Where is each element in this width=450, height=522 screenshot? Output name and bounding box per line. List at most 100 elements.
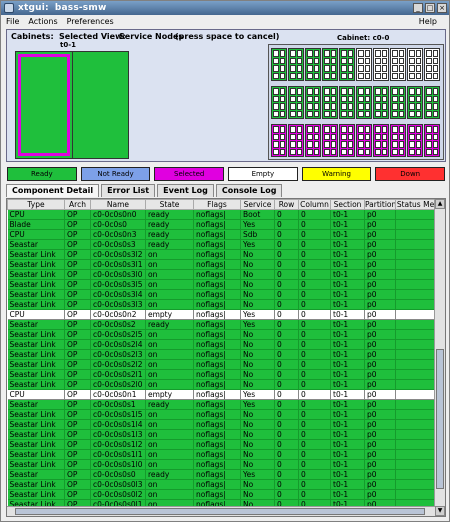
vertical-scrollbar[interactable]: ▲ ▼ (434, 199, 445, 516)
table-row[interactable]: Seastar Link OP c0-0c0s0s1l3 on noflags| No 0 0… (7, 429, 436, 440)
column-header[interactable]: State (145, 199, 194, 210)
menu-bar: File Actions Preferences Help (1, 15, 449, 27)
column-header[interactable]: Name (90, 199, 146, 210)
blade-slot[interactable] (373, 48, 389, 81)
table-row[interactable]: Seastar Link OP c0-0c0s0s0l2 on noflags| No 0 0… (7, 489, 436, 500)
blade-slot[interactable] (288, 48, 304, 81)
table-row[interactable]: Seastar Link OP c0-0c0s0s0l3 on noflags| No 0 0… (7, 479, 436, 490)
node-cell (375, 126, 381, 133)
table-row[interactable]: Seastar Link OP c0-0c0s0s2l2 on noflags| No 0 0… (7, 359, 436, 370)
blade-slot[interactable] (271, 48, 287, 81)
blade-slot[interactable] (271, 124, 287, 157)
table-row[interactable]: Seastar Link OP c0-0c0s0s1l1 on noflags| No 0 0… (7, 449, 436, 460)
column-header[interactable]: Column (298, 199, 331, 210)
table-row[interactable]: Blade OP c0-0c0s0 ready noflags| Yes 0 0 t0-1 p0 (7, 219, 436, 230)
table-row[interactable]: Seastar OP c0-0c0s0s0 ready noflags| Yes 0 0 t0-… (7, 469, 436, 480)
blade-slot[interactable] (339, 124, 355, 157)
table-row[interactable]: CPU OP c0-0c0s0n0 ready noflags| Boot 0 0 t0-1 p0 (7, 209, 436, 220)
node-cell (307, 72, 313, 79)
table-row[interactable]: Seastar Link OP c0-0c0s0s2l5 on noflags| No 0 0… (7, 329, 436, 340)
close-icon[interactable]: × (437, 3, 447, 13)
table-row[interactable]: Seastar OP c0-0c0s0s3 ready noflags| Yes 0 0 t0-… (7, 239, 436, 250)
scroll-up-icon[interactable]: ▲ (435, 199, 445, 209)
table-row[interactable]: Seastar Link OP c0-0c0s0s3l3 on noflags| No 0 0… (7, 299, 436, 310)
blade-slot[interactable] (305, 124, 321, 157)
table-row[interactable]: Seastar Link OP c0-0c0s0s1l4 on noflags| No 0 0… (7, 419, 436, 430)
table-row[interactable]: CPU OP c0-0c0s0n2 empty noflags| Yes 0 0 t0-1 p0 (7, 309, 436, 320)
scroll-down-icon[interactable]: ▼ (435, 506, 445, 516)
hscroll-thumb[interactable] (15, 508, 425, 515)
table-cell: on (145, 369, 194, 380)
table-row[interactable]: Seastar OP c0-0c0s0s2 ready noflags| Yes 0 0 t0-… (7, 319, 436, 330)
blade-slot[interactable] (407, 86, 423, 119)
scroll-thumb[interactable] (436, 349, 444, 489)
table-row[interactable]: Seastar Link OP c0-0c0s0s3l0 on noflags| No 0 0… (7, 269, 436, 280)
column-header[interactable]: Section (330, 199, 365, 210)
table-row[interactable]: Seastar Link OP c0-0c0s0s3l1 on noflags| No 0 0… (7, 259, 436, 270)
column-header[interactable]: Type (7, 199, 65, 210)
blade-slot[interactable] (271, 86, 287, 119)
tab-event-log[interactable]: Event Log (157, 184, 214, 197)
table-row[interactable]: Seastar Link OP c0-0c0s0s1l5 on noflags| No 0 0… (7, 409, 436, 420)
table-row[interactable]: Seastar Link OP c0-0c0s0s1l0 on noflags| No 0 0… (7, 459, 436, 470)
table-row[interactable]: CPU OP c0-0c0s0n1 empty noflags| Yes 0 0 t0-1 p0 (7, 389, 436, 400)
blade-slot[interactable] (373, 86, 389, 119)
table-row[interactable]: Seastar Link OP c0-0c0s0s3l5 on noflags| No 0 0… (7, 279, 436, 290)
blade-slot[interactable] (424, 86, 440, 119)
blade-slot[interactable] (356, 124, 372, 157)
table-row[interactable]: CPU OP c0-0c0s0n3 ready noflags| Sdb 0 0 t0-1 p0 (7, 229, 436, 240)
table-cell: t0-1 (330, 389, 365, 400)
blade-slot[interactable] (424, 48, 440, 81)
blade-slot[interactable] (339, 86, 355, 119)
column-header[interactable]: Row (274, 199, 299, 210)
app-icon[interactable] (4, 3, 14, 13)
menu-preferences[interactable]: Preferences (67, 17, 114, 26)
blade-slot[interactable] (373, 124, 389, 157)
blade-slot[interactable] (322, 124, 338, 157)
cabinet-overview[interactable]: t0-1 (15, 41, 129, 159)
blade-slot[interactable] (322, 48, 338, 81)
blade-slot[interactable] (305, 86, 321, 119)
horizontal-scrollbar[interactable] (7, 506, 435, 516)
table-row[interactable]: Seastar Link OP c0-0c0s0s2l3 on noflags| No 0 0… (7, 349, 436, 360)
menu-actions[interactable]: Actions (28, 17, 57, 26)
column-header[interactable]: Flags (193, 199, 241, 210)
menu-help[interactable]: Help (419, 17, 437, 26)
blade-slot[interactable] (407, 48, 423, 81)
column-header[interactable]: Partition (364, 199, 396, 210)
table-cell (395, 219, 436, 230)
column-header[interactable]: Service (240, 199, 275, 210)
blade-slot[interactable] (339, 48, 355, 81)
table-row[interactable]: Seastar Link OP c0-0c0s0s2l4 on noflags| No 0 0… (7, 339, 436, 350)
table-row[interactable]: Seastar OP c0-0c0s0s1 ready noflags| Yes 0 0 t0-… (7, 399, 436, 410)
blade-slot[interactable] (407, 124, 423, 157)
minimize-icon[interactable]: _ (413, 3, 423, 13)
blade-slot[interactable] (356, 86, 372, 119)
blade-slot[interactable] (305, 48, 321, 81)
node-cell (307, 50, 313, 57)
table-row[interactable]: Seastar Link OP c0-0c0s0s3l4 on noflags| No 0 0… (7, 289, 436, 300)
blade-slot[interactable] (322, 86, 338, 119)
blade-slot[interactable] (390, 124, 406, 157)
tab-component-detail[interactable]: Component Detail (6, 184, 100, 197)
blade-slot[interactable] (288, 124, 304, 157)
table-row[interactable]: Seastar Link OP c0-0c0s0s2l1 on noflags| No 0 0… (7, 369, 436, 380)
column-header[interactable]: Status Me (395, 199, 436, 210)
table-row[interactable]: Seastar Link OP c0-0c0s0s2l0 on noflags| No 0 0… (7, 379, 436, 390)
maximize-icon[interactable]: □ (425, 3, 435, 13)
table-cell: noflags| (193, 279, 241, 290)
blade-slot[interactable] (288, 86, 304, 119)
table-row[interactable]: Seastar Link OP c0-0c0s0s1l2 on noflags| No 0 0… (7, 439, 436, 450)
table-cell: on (145, 299, 194, 310)
blade-slot[interactable] (390, 48, 406, 81)
blade-slot[interactable] (390, 86, 406, 119)
tab-error-list[interactable]: Error List (101, 184, 156, 197)
selected-cabinet-half[interactable] (18, 54, 70, 156)
blade-slot[interactable] (424, 124, 440, 157)
column-header[interactable]: Arch (64, 199, 91, 210)
tab-console-log[interactable]: Console Log (215, 184, 283, 197)
blade-slot[interactable] (356, 48, 372, 81)
title-bar[interactable]: xtgui: bass-smw _ □ × (1, 1, 449, 15)
table-row[interactable]: Seastar Link OP c0-0c0s0s3l2 on noflags| No 0 0… (7, 249, 436, 260)
menu-file[interactable]: File (6, 17, 19, 26)
